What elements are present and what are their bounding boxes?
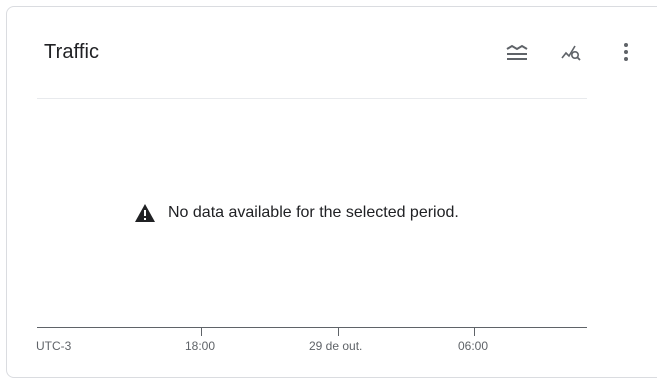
card-title: Traffic <box>44 41 100 63</box>
legend-toggle-button[interactable] <box>503 38 531 66</box>
explore-query-icon <box>559 40 583 64</box>
more-vert-icon <box>614 40 638 64</box>
header-divider <box>37 98 587 99</box>
x-axis-tick-label: 06:00 <box>458 339 489 353</box>
x-axis-line <box>37 327 587 328</box>
explore-data-button[interactable] <box>557 38 585 66</box>
no-data-text: No data available for the selected perio… <box>168 204 459 221</box>
traffic-chart-card: Traffic No data available for the select… <box>6 6 657 378</box>
no-data-message: No data available for the selected perio… <box>134 203 459 223</box>
more-options-button[interactable] <box>612 38 640 66</box>
x-axis-tick <box>201 328 202 336</box>
legend-toggle-icon <box>505 40 529 64</box>
x-axis-tick-label: 18:00 <box>185 339 216 353</box>
x-axis-tick <box>474 328 475 336</box>
timezone-label: UTC-3 <box>36 339 72 353</box>
x-axis-tick <box>338 328 339 336</box>
x-axis-tick-label: 29 de out. <box>309 339 363 353</box>
warning-icon <box>134 203 156 223</box>
